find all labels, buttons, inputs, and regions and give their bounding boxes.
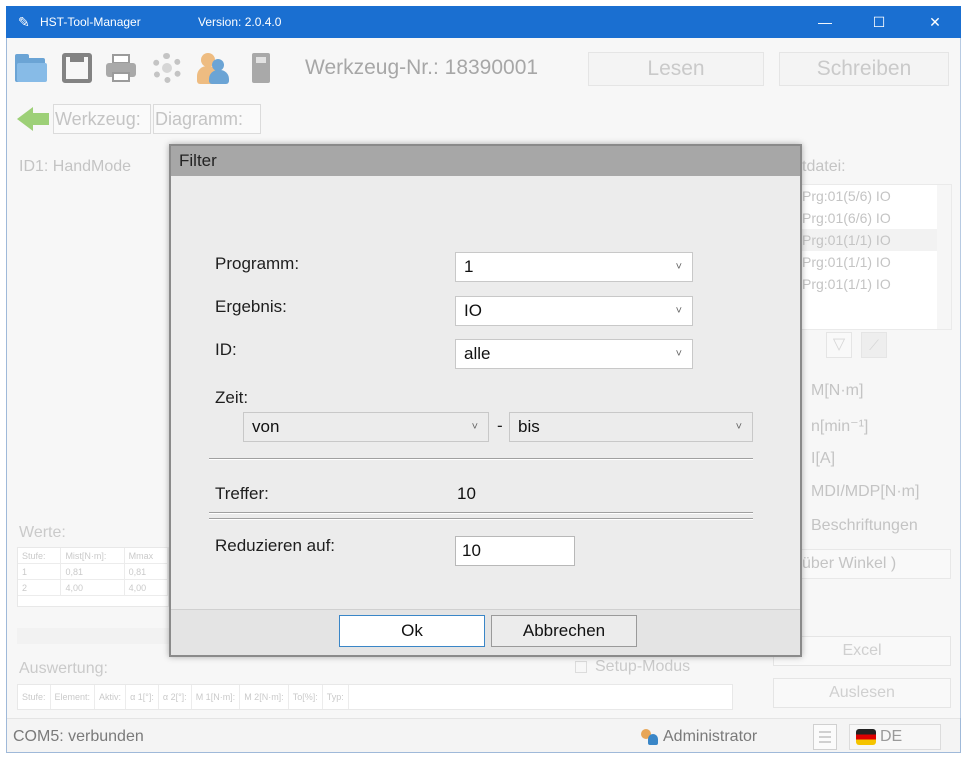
programm-value: 1 (464, 257, 474, 276)
language-value: DE (880, 728, 903, 745)
minimize-button[interactable]: — (802, 6, 848, 38)
zeit-bis-select[interactable]: bis ˅ (509, 412, 753, 442)
user-name: Administrator (663, 728, 758, 745)
separator (209, 518, 753, 520)
germany-flag-icon (856, 728, 876, 745)
separator (209, 458, 753, 460)
bis-value: bis (518, 417, 540, 436)
close-button[interactable]: ✕ (912, 6, 958, 38)
main-content: Werkzeug-Nr.: 18390001 Lesen Schreiben W… (7, 38, 962, 718)
reduzieren-input[interactable]: 10 (455, 536, 575, 566)
zeit-label: Zeit: (215, 388, 249, 407)
chevron-down-icon: ˅ (675, 305, 682, 317)
von-value: von (252, 417, 280, 436)
maximize-button[interactable]: ☐ (856, 6, 902, 38)
window-title: HST-Tool-Manager (40, 15, 141, 29)
language-select[interactable]: DE (849, 724, 941, 750)
version-label: Version: 2.0.4.0 (198, 15, 282, 29)
wrench-icon: ✎ (18, 14, 30, 30)
treffer-label: Treffer: (215, 484, 269, 503)
title-bar: ✎ HST-Tool-Manager Version: 2.0.4.0 — ☐ … (6, 6, 961, 38)
chevron-down-icon: ˅ (471, 421, 478, 433)
cancel-button[interactable]: Abbrechen (491, 615, 637, 647)
current-user[interactable]: Administrator (641, 728, 757, 746)
ergebnis-value: IO (464, 301, 482, 320)
status-bar: COM5: verbunden Administrator DE (7, 718, 960, 752)
ergebnis-label: Ergebnis: (215, 297, 287, 316)
document-icon[interactable] (813, 724, 837, 750)
connection-status: COM5: verbunden (13, 728, 144, 745)
programm-label: Programm: (215, 254, 300, 273)
zeit-dash: - (497, 416, 503, 435)
chevron-down-icon: ˅ (675, 261, 682, 273)
main-window: Werkzeug-Nr.: 18390001 Lesen Schreiben W… (6, 38, 962, 753)
zeit-von-select[interactable]: von ˅ (243, 412, 489, 442)
id-select[interactable]: alle ˅ (455, 339, 693, 369)
id-value: alle (464, 344, 491, 363)
id-filter-label: ID: (215, 340, 237, 359)
user-icon (641, 728, 659, 745)
dialog-title: Filter (171, 146, 800, 176)
dialog-button-bar: Ok Abbrechen (171, 609, 800, 655)
programm-select[interactable]: 1 ˅ (455, 252, 693, 282)
separator (209, 512, 753, 514)
ergebnis-select[interactable]: IO ˅ (455, 296, 693, 326)
ok-button[interactable]: Ok (339, 615, 485, 647)
chevron-down-icon: ˅ (675, 348, 682, 360)
reduzieren-label: Reduzieren auf: (215, 536, 336, 555)
treffer-value: 10 (457, 484, 476, 503)
chevron-down-icon: ˅ (735, 421, 742, 433)
filter-dialog: Filter Programm: 1 ˅ Ergebnis: IO ˅ ID: … (169, 144, 802, 657)
